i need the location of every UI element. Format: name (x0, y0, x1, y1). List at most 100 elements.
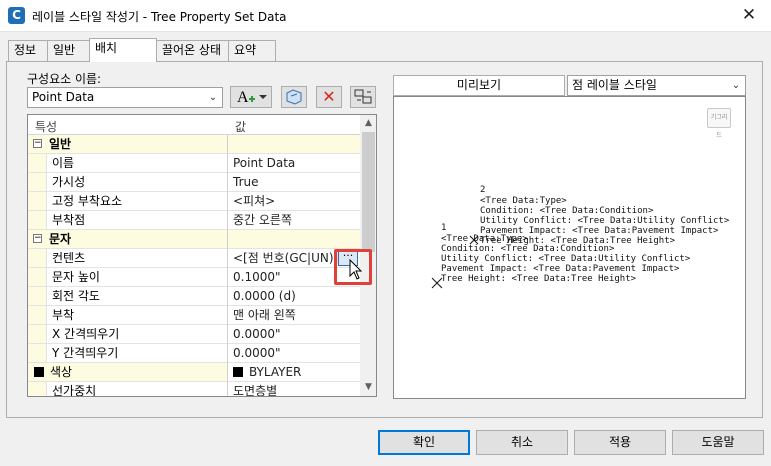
title-bar: C 레이블 스타일 작성기 - Tree Property Set Data ✕ (0, 0, 771, 32)
property-label: 부착점 (46, 211, 227, 229)
copy-component-button[interactable] (281, 86, 307, 108)
grid-value-cell[interactable]: BYLAYER (228, 363, 360, 382)
grid-property-row[interactable]: 부착점 중간 오른쪽 (28, 211, 360, 230)
grid-value-cell[interactable]: 도면층별 (228, 382, 360, 397)
add-text-icon: A (237, 89, 267, 106)
grid-property-cell: 색상 (28, 363, 228, 382)
grid-property-cell: − 문자 (28, 230, 228, 249)
value-column-header: 값 (235, 120, 247, 134)
grid-value-cell[interactable] (228, 135, 360, 154)
grid-property-cell: − 일반 (28, 135, 228, 154)
preview-text: 1 (441, 223, 447, 233)
grid-property-cell: 이름 (28, 154, 228, 173)
property-grid[interactable]: 특성 값 − 일반 이름 Point Data 가시성 True 고정 부착요소 <피쳐> 부착… (27, 114, 377, 397)
grid-property-cell: 선가중치 (28, 382, 228, 396)
grid-category-row[interactable]: 색상 BYLAYER (28, 363, 360, 382)
component-name-value: Point Data (32, 90, 95, 104)
property-label: Y 간격띄우기 (46, 344, 227, 362)
preview-text: Condition: <Tree Data:Condition> (441, 244, 615, 254)
color-swatch-icon (34, 367, 44, 377)
preview-canvas[interactable]: 기그리드 2 <Tree Data:Type> Condition: <Tree… (393, 96, 746, 399)
preview-text: <Tree Data:Type> (480, 196, 567, 206)
app-icon: C (8, 7, 25, 24)
tab-dragged-state[interactable]: 끌어온 상태 (156, 40, 229, 61)
property-label: 색상 (50, 365, 73, 379)
grid-property-row[interactable]: 부착 맨 아래 왼쪽 (28, 306, 360, 325)
collapse-toggle-icon[interactable]: − (33, 234, 42, 243)
zoom-extents-button[interactable]: 기그리드 (707, 108, 731, 139)
ok-button[interactable]: 확인 (378, 430, 470, 455)
component-draw-order-button[interactable] (350, 86, 376, 108)
component-name-select[interactable]: Point Data ⌄ (27, 87, 223, 108)
preview-text: Utility Conflict: <Tree Data:Utility Con… (441, 254, 691, 264)
grid-property-row[interactable]: 선가중치 도면층별 (28, 382, 360, 397)
collapse-toggle-icon[interactable]: − (33, 139, 42, 148)
property-value: 0.1000" (233, 270, 281, 284)
grid-value-cell[interactable]: True (228, 173, 360, 192)
property-label: 선가중치 (46, 382, 227, 396)
property-label: 부착 (46, 306, 227, 324)
grid-property-row[interactable]: 문자 높이 0.1000" (28, 268, 360, 287)
svg-text:A: A (237, 89, 249, 106)
property-value: 0.0000" (233, 346, 281, 360)
delete-component-button[interactable]: ✕ (316, 86, 342, 108)
grid-property-row[interactable]: 컨텐츠 <[점 번호(GC|UN)]> ··· (28, 249, 360, 268)
grid-property-cell: Y 간격띄우기 (28, 344, 228, 363)
grid-value-cell[interactable]: Point Data (228, 154, 360, 173)
cancel-button[interactable]: 취소 (476, 430, 568, 455)
tab-info[interactable]: 정보 (8, 40, 48, 61)
property-value: 중간 오른쪽 (233, 213, 293, 227)
grid-value-cell[interactable]: 0.0000" (228, 325, 360, 344)
grid-category-row[interactable]: − 일반 (28, 135, 360, 154)
property-value: 도면층별 (233, 384, 278, 397)
grid-property-row[interactable]: 회전 각도 0.0000 (d) (28, 287, 360, 306)
mouse-cursor-icon (349, 259, 363, 280)
close-icon[interactable]: ✕ (739, 5, 759, 25)
grid-value-cell[interactable]: 0.0000" (228, 344, 360, 363)
property-label: X 간격띄우기 (46, 325, 227, 343)
grid-property-row[interactable]: X 간격띄우기 0.0000" (28, 325, 360, 344)
property-value: 맨 아래 왼쪽 (233, 308, 296, 322)
tab-summary[interactable]: 요약 (228, 40, 276, 61)
property-value: <[점 번호(GC|UN)]> (233, 251, 349, 265)
grid-value-cell[interactable]: <피쳐> (228, 192, 360, 211)
preview-text: <Tree Data:Type> (441, 234, 528, 244)
preview-style-value: 점 레이블 스타일 (572, 78, 657, 92)
property-value: <피쳐> (233, 194, 276, 208)
grid-value-cell[interactable]: 중간 오른쪽 (228, 211, 360, 230)
add-component-button[interactable]: A (230, 86, 272, 108)
grid-property-row[interactable]: 고정 부착요소 <피쳐> (28, 192, 360, 211)
grid-property-row[interactable]: 이름 Point Data (28, 154, 360, 173)
scroll-down-icon[interactable]: ▼ (360, 379, 376, 396)
grid-property-row[interactable]: 가시성 True (28, 173, 360, 192)
grid-value-cell[interactable]: 맨 아래 왼쪽 (228, 306, 360, 325)
preview-style-select[interactable]: 점 레이블 스타일 ⌄ (567, 75, 746, 96)
grid-header: 특성 값 (28, 115, 360, 135)
preview-text: Utility Conflict: <Tree Data:Utility Con… (480, 216, 730, 226)
property-column-header: 특성 (35, 120, 58, 134)
tab-layout[interactable]: 배치 (89, 38, 157, 62)
property-value: 0.0000" (233, 327, 281, 341)
tab-general[interactable]: 일반 (47, 40, 90, 61)
preview-text: 2 (480, 185, 486, 195)
grid-property-cell: X 간격띄우기 (28, 325, 228, 344)
component-name-label: 구성요소 이름: (27, 72, 102, 86)
grid-property-cell: 고정 부착요소 (28, 192, 228, 211)
scroll-thumb[interactable] (362, 132, 375, 252)
chevron-down-icon: ⌄ (731, 80, 741, 91)
chevron-down-icon: ⌄ (208, 92, 218, 103)
scroll-up-icon[interactable]: ▲ (360, 115, 376, 132)
preview-title: 미리보기 (393, 75, 565, 96)
property-label: 이름 (46, 154, 227, 172)
preview-text: Condition: <Tree Data:Condition> (480, 206, 654, 216)
property-label: 컨텐츠 (46, 249, 227, 267)
grid-property-row[interactable]: Y 간격띄우기 0.0000" (28, 344, 360, 363)
grid-value-cell[interactable]: 0.0000 (d) (228, 287, 360, 306)
delete-icon: ✕ (322, 87, 336, 106)
grid-value-cell[interactable] (228, 230, 360, 249)
category-label: 일반 (49, 137, 72, 151)
apply-button[interactable]: 적용 (574, 430, 666, 455)
help-button[interactable]: 도움말 (672, 430, 764, 455)
grid-category-row[interactable]: − 문자 (28, 230, 360, 249)
draw-order-icon (354, 89, 372, 104)
